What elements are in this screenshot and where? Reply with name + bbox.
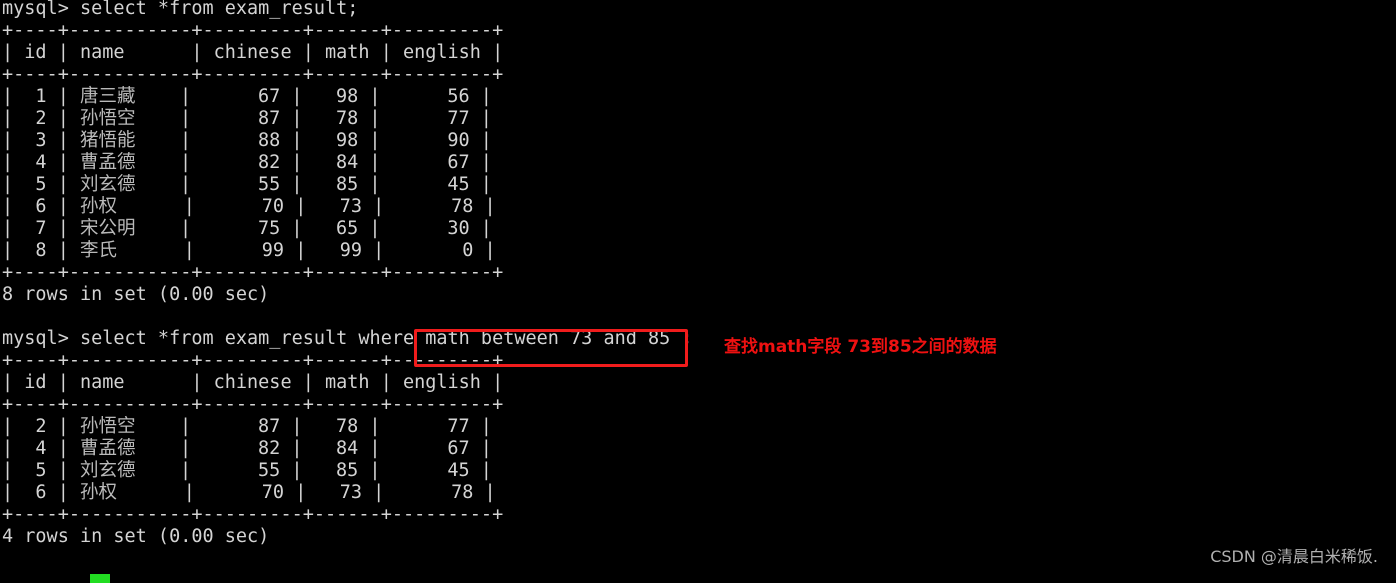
ascii-text: | 82 | 84 | 67 |: [135, 438, 492, 459]
cjk-text: 孙权: [79, 196, 117, 217]
ascii-text: | 99 | 99 | 0 |: [116, 240, 496, 261]
annotation-text: 查找math字段 73到85之间的数据: [724, 337, 997, 357]
ascii-text: +----+-----------+---------+------+-----…: [2, 64, 504, 85]
ascii-text: +----+-----------+---------+------+-----…: [2, 504, 504, 525]
terminal-line-q2-prompt: mysql> select *from exam_result where ma…: [2, 328, 693, 350]
terminal-cursor: [90, 574, 110, 583]
cjk-text: 刘玄德: [79, 174, 136, 195]
ascii-text: | 4 |: [2, 152, 80, 173]
cjk-text: 李氏: [79, 240, 117, 261]
csdn-watermark: CSDN @清晨白米稀饭.: [1210, 547, 1378, 566]
ascii-text: | 55 | 85 | 45 |: [135, 460, 492, 481]
terminal-line-t2-rule-top: +----+-----------+---------+------+-----…: [2, 350, 503, 372]
ascii-text: mysql> select *from exam_result;: [2, 0, 359, 19]
terminal-line-q1-prompt: mysql> select *from exam_result;: [2, 0, 358, 20]
ascii-text: | 87 | 78 | 77 |: [135, 416, 492, 437]
terminal-line-t2-row-1: | 2 | 孙悟空 | 87 | 78 | 77 |: [2, 416, 492, 438]
cjk-text: 刘玄德: [79, 460, 136, 481]
ascii-text: | 8 |: [2, 240, 80, 261]
terminal-line-t1-rule-bot: +----+-----------+---------+------+-----…: [2, 262, 503, 284]
terminal-line-t2-row-3: | 5 | 刘玄德 | 55 | 85 | 45 |: [2, 460, 492, 482]
terminal-line-t2-row-2: | 4 | 曹孟德 | 82 | 84 | 67 |: [2, 438, 492, 460]
ascii-text: | 5 |: [2, 174, 80, 195]
ascii-text: | id | name | chinese | math | english |: [2, 372, 504, 393]
terminal-line-t1-row-7: | 7 | 宋公明 | 75 | 65 | 30 |: [2, 218, 492, 240]
ascii-text: | 6 |: [2, 482, 80, 503]
ascii-text: | id | name | chinese | math | english |: [2, 42, 504, 63]
terminal-line-t2-row-4: | 6 | 孙权 | 70 | 73 | 78 |: [2, 482, 496, 504]
terminal-line-t1-rule-top: +----+-----------+---------+------+-----…: [2, 20, 503, 42]
cjk-text: 孙悟空: [79, 108, 136, 129]
cjk-text: 曹孟德: [79, 438, 136, 459]
ascii-text: | 1 |: [2, 86, 80, 107]
ascii-text: | 70 | 73 | 78 |: [116, 482, 496, 503]
ascii-text: | 88 | 98 | 90 |: [135, 130, 492, 151]
cjk-text: 猪悟能: [79, 130, 136, 151]
ascii-text: | 87 | 78 | 77 |: [135, 108, 492, 129]
terminal-line-t1-status: 8 rows in set (0.00 sec): [2, 284, 269, 306]
terminal-line-t2-header: | id | name | chinese | math | english |: [2, 372, 503, 394]
ascii-text: | 75 | 65 | 30 |: [135, 218, 492, 239]
ascii-text: +----+-----------+---------+------+-----…: [2, 262, 504, 283]
ascii-text: | 6 |: [2, 196, 80, 217]
ascii-text: 8 rows in set (0.00 sec): [2, 284, 270, 305]
ascii-text: mysql> select *from exam_result where ma…: [2, 328, 693, 349]
terminal-line-t1-rule-mid: +----+-----------+---------+------+-----…: [2, 64, 503, 86]
ascii-text: +----+-----------+---------+------+-----…: [2, 20, 504, 41]
ascii-text: 4 rows in set (0.00 sec): [2, 526, 270, 547]
ascii-text: | 2 |: [2, 108, 80, 129]
cjk-text: 宋公明: [79, 218, 136, 239]
terminal-line-t1-row-2: | 2 | 孙悟空 | 87 | 78 | 77 |: [2, 108, 492, 130]
terminal-line-t2-rule-bot: +----+-----------+---------+------+-----…: [2, 504, 503, 526]
cjk-text: 唐三藏: [79, 86, 136, 107]
terminal-line-t1-row-8: | 8 | 李氏 | 99 | 99 | 0 |: [2, 240, 496, 262]
ascii-text: | 70 | 73 | 78 |: [116, 196, 496, 217]
ascii-text: | 4 |: [2, 438, 80, 459]
terminal-window[interactable]: mysql> select *from exam_result; +----+--…: [0, 0, 1396, 583]
terminal-line-t1-row-1: | 1 | 唐三藏 | 67 | 98 | 56 |: [2, 86, 492, 108]
ascii-text: | 7 |: [2, 218, 80, 239]
terminal-line-t1-header: | id | name | chinese | math | english |: [2, 42, 503, 64]
ascii-text: | 5 |: [2, 460, 80, 481]
ascii-text: | 2 |: [2, 416, 80, 437]
terminal-line-t1-row-6: | 6 | 孙权 | 70 | 73 | 78 |: [2, 196, 496, 218]
terminal-line-t2-rule-mid: +----+-----------+---------+------+-----…: [2, 394, 503, 416]
ascii-text: | 55 | 85 | 45 |: [135, 174, 492, 195]
ascii-text: | 82 | 84 | 67 |: [135, 152, 492, 173]
ascii-text: +----+-----------+---------+------+-----…: [2, 350, 504, 371]
terminal-line-t1-row-5: | 5 | 刘玄德 | 55 | 85 | 45 |: [2, 174, 492, 196]
cjk-text: 孙悟空: [79, 416, 136, 437]
ascii-text: +----+-----------+---------+------+-----…: [2, 394, 504, 415]
terminal-line-t2-status: 4 rows in set (0.00 sec): [2, 526, 269, 548]
terminal-line-t1-row-4: | 4 | 曹孟德 | 82 | 84 | 67 |: [2, 152, 492, 174]
cjk-text: 孙权: [79, 482, 117, 503]
ascii-text: | 67 | 98 | 56 |: [135, 86, 492, 107]
terminal-line-t1-row-3: | 3 | 猪悟能 | 88 | 98 | 90 |: [2, 130, 492, 152]
ascii-text: | 3 |: [2, 130, 80, 151]
cjk-text: 曹孟德: [79, 152, 136, 173]
